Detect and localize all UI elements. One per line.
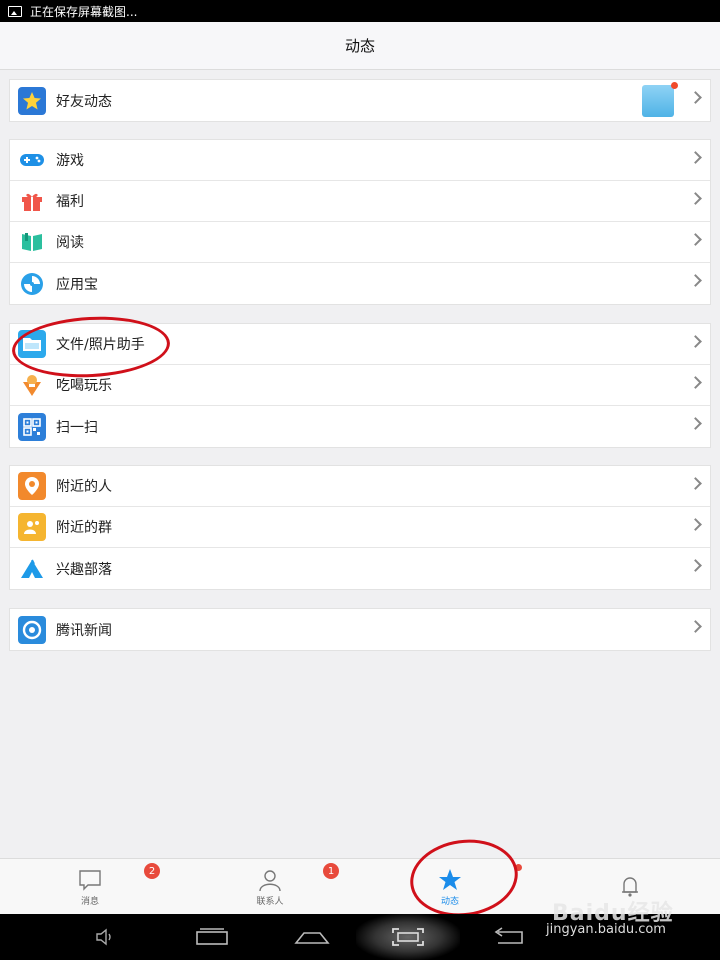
- new-dot: [671, 82, 678, 89]
- chevron-right-icon: [689, 192, 702, 205]
- home-icon: [294, 932, 330, 944]
- recent-apps-button[interactable]: [192, 922, 232, 952]
- menu-item-label: 福利: [56, 194, 84, 210]
- tent-icon: [18, 555, 46, 583]
- chevron-right-icon: [689, 91, 702, 104]
- menu-item-file-assistant[interactable]: 文件/照片助手: [10, 324, 710, 365]
- chevron-right-icon: [689, 233, 702, 246]
- menu-item-label: 腾讯新闻: [56, 622, 112, 639]
- chat-icon: [79, 869, 101, 891]
- chevron-right-icon: [689, 376, 702, 389]
- app-store-icon: [18, 270, 46, 298]
- menu-item-welfare[interactable]: 福利: [10, 181, 710, 222]
- status-text: 正在保存屏幕截图...: [30, 4, 138, 19]
- group-apps: 游戏 福利 阅读 应用宝: [9, 139, 711, 305]
- menu-item-nearby-people[interactable]: 附近的人: [10, 466, 710, 507]
- qrcode-icon: [18, 412, 46, 441]
- menu-item-interest-tribe[interactable]: 兴趣部落: [10, 548, 710, 589]
- recent-apps-icon: [196, 928, 228, 945]
- group-friends: 好友动态: [9, 79, 711, 122]
- chevron-right-icon: [689, 417, 702, 430]
- menu-item-reading[interactable]: 阅读: [10, 222, 710, 263]
- back-arrow-icon: [494, 927, 523, 944]
- friend-feed-thumbnail: [642, 85, 674, 117]
- tab-label: 动态: [440, 896, 459, 907]
- menu-item-food-fun[interactable]: 吃喝玩乐: [10, 365, 710, 406]
- menu-item-label: 附近的人: [56, 479, 112, 495]
- menu-item-label: 应用宝: [56, 276, 98, 293]
- tab-label: 联系人: [256, 896, 284, 907]
- screenshot-icon: [8, 5, 22, 17]
- chevron-right-icon: [689, 559, 702, 572]
- screenshot-frame-icon: [392, 928, 424, 946]
- title-bar: 动态: [0, 22, 720, 70]
- location-pin-icon: [18, 472, 46, 500]
- chevron-right-icon: [689, 620, 702, 633]
- chevron-right-icon: [689, 335, 702, 348]
- group-news: 腾讯新闻: [9, 608, 711, 651]
- star-icon: [18, 86, 46, 115]
- group-tools: 文件/照片助手 吃喝玩乐 扫一扫: [9, 323, 711, 448]
- back-button[interactable]: [488, 922, 528, 952]
- watermark-url: jingyan.baidu.com: [546, 922, 666, 937]
- gamepad-icon: [18, 146, 46, 174]
- new-dot: [515, 864, 522, 871]
- speaker-icon: [96, 928, 111, 946]
- menu-item-label: 附近的群: [56, 520, 112, 536]
- unread-badge: 2: [144, 863, 160, 879]
- unread-badge: 1: [323, 863, 339, 879]
- folder-icon: [18, 330, 46, 358]
- menu-item-scan[interactable]: 扫一扫: [10, 406, 710, 447]
- volume-down-button[interactable]: [86, 922, 126, 952]
- tab-label: 消息: [80, 896, 99, 907]
- menu-item-nearby-groups[interactable]: 附近的群: [10, 507, 710, 548]
- food-icon: [18, 371, 46, 399]
- chevron-right-icon: [689, 477, 702, 490]
- menu-item-label: 文件/照片助手: [56, 337, 145, 353]
- star-icon: [439, 868, 461, 890]
- contact-icon: [259, 869, 281, 891]
- group-location-icon: [18, 513, 46, 541]
- status-bar: 正在保存屏幕截图...: [0, 0, 720, 22]
- menu-item-label: 好友动态: [56, 93, 112, 110]
- gift-icon: [18, 187, 46, 215]
- menu-item-label: 游戏: [56, 153, 84, 169]
- menu-item-label: 兴趣部落: [56, 561, 112, 578]
- tab-contacts[interactable]: 联系人 1: [180, 859, 360, 915]
- group-nearby: 附近的人 附近的群 兴趣部落: [9, 465, 711, 590]
- chevron-right-icon: [689, 151, 702, 164]
- tab-feed[interactable]: 动态: [360, 859, 540, 915]
- menu-item-label: 扫一扫: [56, 419, 98, 436]
- menu-item-label: 阅读: [56, 235, 84, 251]
- menu-item-tencent-news[interactable]: 腾讯新闻: [10, 609, 710, 650]
- chevron-right-icon: [689, 518, 702, 531]
- menu-item-app-store[interactable]: 应用宝: [10, 263, 710, 304]
- tab-messages[interactable]: 消息 2: [0, 859, 180, 915]
- menu-item-games[interactable]: 游戏: [10, 140, 710, 181]
- home-button[interactable]: [292, 922, 332, 952]
- news-icon: [18, 615, 46, 644]
- screenshot-button[interactable]: [388, 922, 428, 952]
- chevron-right-icon: [689, 274, 702, 287]
- menu-item-label: 吃喝玩乐: [56, 378, 112, 394]
- menu-item-friend-feed[interactable]: 好友动态: [10, 80, 710, 121]
- book-icon: [18, 228, 46, 256]
- page-title: 动态: [344, 37, 375, 55]
